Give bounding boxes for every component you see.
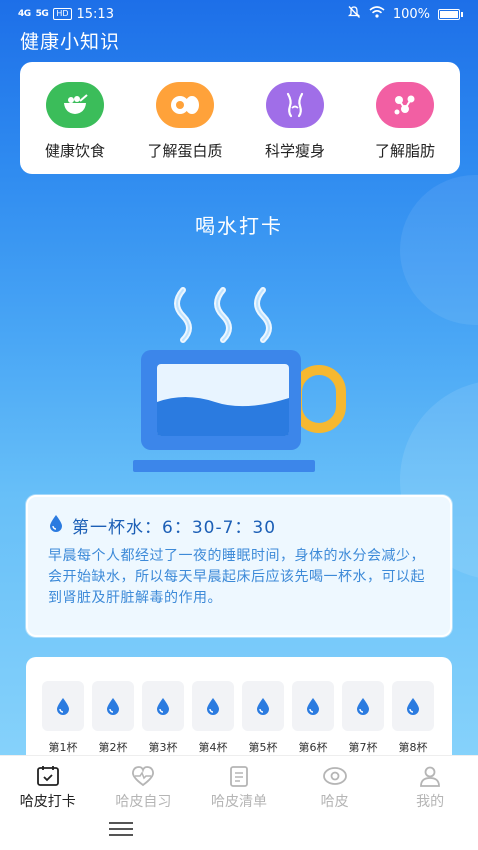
tab-label: 哈皮打卡	[19, 794, 76, 810]
bowl-icon	[46, 82, 104, 128]
tab-label: 哈皮自习	[115, 794, 172, 810]
water-drop-icon	[292, 681, 334, 731]
tab-label: 哈皮	[320, 794, 349, 810]
calendar-check-icon	[36, 766, 59, 786]
category-fat[interactable]: 了解脂肪	[355, 82, 455, 161]
category-protein[interactable]: 了解蛋白质	[135, 82, 235, 161]
cup-label: 第8杯	[398, 741, 428, 754]
cup-label: 第6杯	[298, 741, 328, 754]
eye-icon	[322, 767, 347, 785]
signal-4g: 4G	[18, 9, 31, 19]
cup-label: 第2杯	[98, 741, 128, 754]
water-drop-icon	[92, 681, 134, 731]
category-healthy-diet[interactable]: 健康饮食	[25, 82, 125, 161]
status-bar: 4G 5G HD 15:13 100%	[0, 0, 478, 28]
cup-label: 第3杯	[148, 741, 178, 754]
cup-label: 第1杯	[48, 741, 78, 754]
category-label: 健康饮食	[44, 142, 105, 160]
clipboard-icon	[230, 766, 248, 787]
cup-label: 第5杯	[248, 741, 278, 754]
cup-checkin-item[interactable]: 第3杯	[142, 681, 184, 755]
body-icon	[266, 82, 324, 128]
cup-list: 第1杯 第2杯 第3杯 第4杯 第5杯 第6杯 第7杯 第8杯	[42, 681, 434, 755]
tip-heading: 第一杯水：6：30-7：30	[72, 518, 277, 538]
clock: 15:13	[76, 6, 114, 22]
tab-profile[interactable]: 我的	[385, 764, 475, 811]
bottom-tab-bar: 哈皮打卡 哈皮自习 哈皮清单 哈皮 我的	[0, 755, 478, 850]
cup-checkin-item[interactable]: 第6杯	[292, 681, 334, 755]
tab-label: 哈皮清单	[210, 794, 267, 810]
category-label: 科学瘦身	[264, 142, 325, 160]
heartbeat-icon	[132, 766, 155, 787]
tab-study[interactable]: 哈皮自习	[98, 764, 188, 811]
water-drop-icon	[342, 681, 384, 731]
user-icon	[420, 766, 441, 787]
signal-5g: 5G	[35, 9, 49, 19]
category-slimming[interactable]: 科学瘦身	[245, 82, 345, 161]
tab-label: 我的	[416, 794, 445, 810]
hd-badge: HD	[53, 8, 72, 20]
page-title: 健康小知识	[20, 31, 121, 53]
water-drop-icon	[192, 681, 234, 731]
cup-label: 第4杯	[198, 741, 228, 754]
cup-checkin-item[interactable]: 第2杯	[92, 681, 134, 755]
category-label: 了解脂肪	[374, 142, 435, 160]
cup-checkin-item[interactable]: 第5杯	[242, 681, 284, 755]
cup-checkin-item[interactable]: 第4杯	[192, 681, 234, 755]
mute-icon	[347, 5, 361, 23]
water-cup-illustration	[125, 280, 355, 484]
menu-icon[interactable]	[109, 822, 133, 836]
category-card: 健康饮食 了解蛋白质 科学瘦身 了解脂肪	[20, 62, 460, 174]
water-drop-icon	[392, 681, 434, 731]
tab-checkin[interactable]: 哈皮打卡	[3, 764, 93, 811]
decor-bubble	[400, 175, 478, 325]
tip-body: 早晨每个人都经过了一夜的睡眠时间，身体的水分会减少，会开始缺水，所以每天早晨起床…	[48, 548, 425, 606]
battery-percent: 100%	[392, 6, 430, 22]
water-tip-card: 第一杯水：6：30-7：30 早晨每个人都经过了一夜的睡眠时间，身体的水分会减少…	[26, 495, 452, 637]
fat-molecule-icon	[376, 82, 434, 128]
egg-icon	[156, 82, 214, 128]
wifi-icon	[369, 6, 385, 22]
battery-icon	[438, 8, 463, 20]
water-drop-icon	[242, 681, 284, 731]
water-drop-icon	[142, 681, 184, 731]
water-drop-icon	[42, 681, 84, 731]
category-label: 了解蛋白质	[147, 142, 223, 160]
cup-checkin-item[interactable]: 第1杯	[42, 681, 84, 755]
section-title: 喝水打卡	[195, 214, 283, 238]
tab-list[interactable]: 哈皮清单	[194, 764, 284, 811]
cup-label: 第7杯	[348, 741, 378, 754]
cup-checkin-item[interactable]: 第8杯	[392, 681, 434, 755]
cup-checkin-item[interactable]: 第7杯	[342, 681, 384, 755]
tab-discover[interactable]: 哈皮	[290, 764, 380, 811]
water-drop-icon	[48, 514, 64, 537]
